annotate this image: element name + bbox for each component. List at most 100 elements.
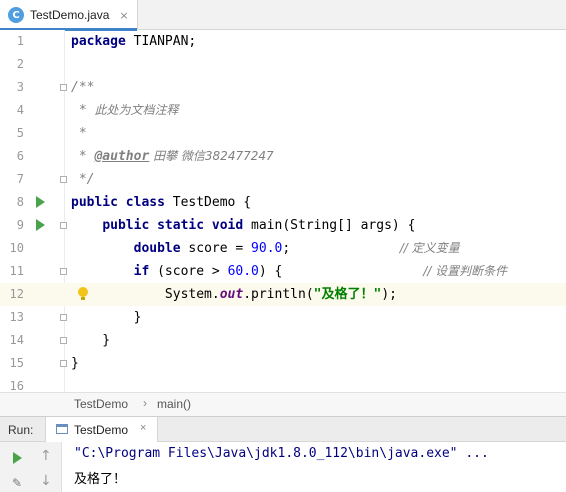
code-line: 15 } xyxy=(0,352,566,375)
fold-marker-icon[interactable] xyxy=(60,314,67,321)
rerun-icon[interactable] xyxy=(13,452,22,464)
close-icon[interactable]: × xyxy=(140,422,146,434)
code-fragment: System. xyxy=(164,287,220,302)
code-fragment: TestDemo { xyxy=(164,195,252,210)
number-literal: 90.0 xyxy=(251,241,283,256)
fold-marker-icon[interactable] xyxy=(60,222,67,229)
breadcrumb-separator: › xyxy=(143,396,147,410)
code-line: 16 xyxy=(0,375,566,392)
line-number: 9 xyxy=(16,218,24,232)
line-number: 6 xyxy=(16,149,24,163)
console-toolbar: ↑ ✎ ↓ xyxy=(0,442,62,492)
comment: // 设置判断条件 xyxy=(423,264,508,278)
code-line: 5 * xyxy=(0,122,566,145)
code-line: 11 if (score > 60.0) { // 设置判断条件 xyxy=(0,260,566,283)
code-text: } xyxy=(71,333,111,348)
static-field: out xyxy=(219,287,244,302)
fold-marker-icon[interactable] xyxy=(60,84,67,91)
code-line: 14 } xyxy=(0,329,566,352)
code-text: package TIANPAN; xyxy=(71,30,196,53)
code-line-current: 12 System.out.println("及格了！"); xyxy=(0,283,566,306)
comment-text: 此处为文档注释 xyxy=(94,103,179,117)
line-number: 15 xyxy=(9,356,24,370)
keyword: package xyxy=(71,34,126,49)
up-arrow-icon[interactable]: ↑ xyxy=(40,448,52,464)
breadcrumb-item-method[interactable]: main() xyxy=(157,397,191,411)
string-literal: "及格了！" xyxy=(313,287,382,302)
javadoc-tag: @author xyxy=(94,149,150,164)
code-line: 6 * @author 田攀 微信382477247 xyxy=(0,145,566,168)
code-fragment: ; xyxy=(282,241,291,256)
keyword: double xyxy=(133,241,181,256)
run-arrow-icon[interactable] xyxy=(36,219,45,231)
comment-text: 田攀 微信382477247 xyxy=(149,149,274,163)
code-line: 8 public class TestDemo { xyxy=(0,191,566,214)
comment: */ xyxy=(71,172,95,187)
console-command-line: "C:\Program Files\Java\jdk1.8.0_112\bin\… xyxy=(74,446,489,461)
padding xyxy=(290,241,400,256)
keyword: if xyxy=(133,264,150,279)
line-number: 7 xyxy=(16,172,24,186)
fold-marker-icon[interactable] xyxy=(60,268,67,275)
comment-star: * xyxy=(71,149,95,164)
run-arrow-icon[interactable] xyxy=(36,196,45,208)
line-number: 5 xyxy=(16,126,24,140)
run-tool-window-header: Run: TestDemo × xyxy=(0,416,566,442)
fold-marker-icon[interactable] xyxy=(60,360,67,367)
code-fragment: ) { xyxy=(258,264,283,279)
java-class-icon: C xyxy=(8,7,24,23)
code-fragment: .println( xyxy=(243,287,314,302)
tab-testdemo-java[interactable]: C TestDemo.java × xyxy=(0,0,138,31)
console-output: 及格了！ xyxy=(74,472,127,487)
wrench-icon[interactable]: ✎ xyxy=(12,476,24,490)
number-literal: 60.0 xyxy=(227,264,259,279)
line-number: 10 xyxy=(9,241,24,255)
code-text: public class TestDemo { xyxy=(71,191,251,214)
line-number: 12 xyxy=(9,287,24,301)
code-fragment: (score > xyxy=(149,264,228,279)
code-text: } xyxy=(71,356,79,371)
code-text: if (score > 60.0) { // 设置判断条件 xyxy=(71,260,508,283)
code-fragment: ); xyxy=(381,287,397,302)
line-number: 3 xyxy=(16,80,24,94)
code-text: public static void main(String[] args) { xyxy=(71,214,415,237)
comment: * @author 田攀 微信382477247 xyxy=(71,145,274,168)
editor-tab-bar: C TestDemo.java × xyxy=(0,0,566,31)
line-number: 1 xyxy=(16,34,24,48)
run-label: Run: xyxy=(8,423,34,437)
code-text: System.out.println("及格了！"); xyxy=(71,283,397,306)
code-line: 1 package TIANPAN; xyxy=(0,30,566,53)
fold-marker-icon[interactable] xyxy=(60,337,67,344)
fold-marker-icon[interactable] xyxy=(60,176,67,183)
line-number: 2 xyxy=(16,57,24,71)
comment: /** xyxy=(71,80,95,95)
line-number: 16 xyxy=(9,379,24,392)
comment: // 定义变量 xyxy=(399,241,460,255)
breadcrumb-item-class[interactable]: TestDemo xyxy=(74,397,128,411)
comment: * 此处为文档注释 xyxy=(71,99,179,122)
padding xyxy=(282,264,423,279)
code-line: 13 } xyxy=(0,306,566,329)
code-line: 3 /** xyxy=(0,76,566,99)
comment: * xyxy=(71,126,87,141)
code-text: double score = 90.0; // 定义变量 xyxy=(71,237,460,260)
code-text: } xyxy=(71,310,142,325)
close-icon[interactable]: × xyxy=(119,9,128,22)
line-number: 4 xyxy=(16,103,24,117)
code-editor[interactable]: 1 package TIANPAN; 2 3 /** 4 * 此处为文档注释 5… xyxy=(0,30,566,392)
breadcrumb: TestDemo › main() xyxy=(0,392,566,416)
line-number: 14 xyxy=(9,333,24,347)
line-number: 13 xyxy=(9,310,24,324)
code-line: 4 * 此处为文档注释 xyxy=(0,99,566,122)
code-line: 2 xyxy=(0,53,566,76)
code-fragment: score = xyxy=(180,241,252,256)
line-number: 11 xyxy=(9,264,24,278)
line-number: 8 xyxy=(16,195,24,209)
run-console[interactable]: ↑ ✎ ↓ "C:\Program Files\Java\jdk1.8.0_11… xyxy=(0,442,566,492)
code-line: 10 double score = 90.0; // 定义变量 xyxy=(0,237,566,260)
down-arrow-icon[interactable]: ↓ xyxy=(40,473,52,489)
